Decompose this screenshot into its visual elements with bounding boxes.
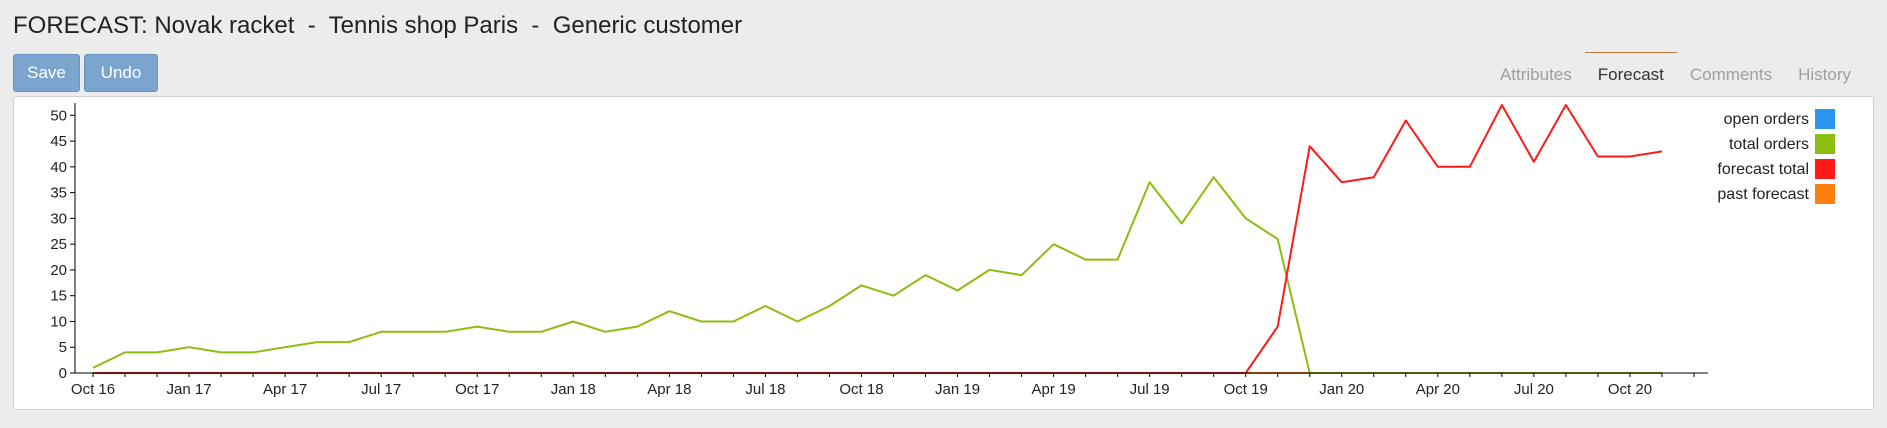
forecast-chart-panel: Oct 16 Jan 17 Apr 17 Jul 17 Oct 17 Jan 18 Apr … (13, 96, 1874, 410)
legend: open orders total orders forecast total pas… (1717, 109, 1835, 204)
legend-label-total-orders: total orders (1729, 136, 1809, 153)
y-tick-label: 10 (50, 313, 67, 330)
y-tick-label: 5 (59, 339, 67, 356)
y-tick-label: 50 (50, 107, 67, 124)
x-tick-label: Jul 17 (361, 381, 401, 398)
x-tick-label: Jan 19 (935, 381, 980, 398)
x-tick-label: Jul 19 (1130, 381, 1170, 398)
y-axis: 0 5 10 15 20 25 30 35 40 45 50 (50, 103, 76, 382)
x-tick-label: Oct 17 (455, 381, 499, 398)
x-tick-label: Jul 20 (1514, 381, 1554, 398)
y-tick-label: 20 (50, 262, 67, 279)
y-tick-label: 0 (59, 365, 67, 382)
y-tick-label: 25 (50, 236, 67, 253)
legend-swatch-forecast-total (1815, 159, 1835, 179)
undo-button[interactable]: Undo (84, 54, 158, 92)
x-tick-label: Jan 18 (551, 381, 596, 398)
x-tick-label: Oct 19 (1224, 381, 1268, 398)
forecast-chart: Oct 16 Jan 17 Apr 17 Jul 17 Oct 17 Jan 18 Apr … (50, 103, 1835, 398)
legend-swatch-open-orders (1815, 109, 1835, 129)
legend-label-past-forecast: past forecast (1717, 186, 1809, 203)
x-tick-label: Jan 20 (1319, 381, 1364, 398)
y-tick-label: 40 (50, 159, 67, 176)
tab-comments[interactable]: Comments (1677, 52, 1785, 96)
x-tick-label: Oct 18 (839, 381, 883, 398)
tab-history[interactable]: History (1785, 52, 1864, 96)
x-tick-label: Apr 20 (1416, 381, 1460, 398)
series-layer (92, 104, 1663, 374)
tab-bar: Attributes Forecast Comments History (1487, 52, 1864, 96)
legend-swatch-past-forecast (1815, 184, 1835, 204)
x-tick-label: Apr 17 (263, 381, 307, 398)
legend-label-open-orders: open orders (1724, 111, 1809, 128)
legend-swatch-total-orders (1815, 134, 1835, 154)
tab-forecast[interactable]: Forecast (1584, 52, 1677, 96)
x-tick-label: Jul 18 (745, 381, 785, 398)
x-tick-label: Apr 19 (1031, 381, 1075, 398)
x-axis: Oct 16 Jan 17 Apr 17 Jul 17 Oct 17 Jan 18 Apr … (71, 372, 1708, 398)
x-tick-label: Apr 18 (647, 381, 691, 398)
legend-label-forecast-total: forecast total (1717, 161, 1809, 178)
series-line-forecast-total (93, 104, 1663, 374)
y-tick-label: 30 (50, 210, 67, 227)
tab-attributes[interactable]: Attributes (1487, 52, 1585, 96)
x-tick-label: Oct 20 (1608, 381, 1652, 398)
y-tick-label: 15 (50, 288, 67, 305)
save-button[interactable]: Save (13, 54, 80, 92)
series-line-total-orders (92, 176, 1662, 374)
page-title: FORECAST: Novak racket - Tennis shop Par… (13, 12, 743, 39)
x-tick-label: Jan 17 (167, 381, 212, 398)
y-tick-label: 35 (50, 185, 67, 202)
y-tick-label: 45 (50, 133, 67, 150)
x-tick-label: Oct 16 (71, 381, 115, 398)
